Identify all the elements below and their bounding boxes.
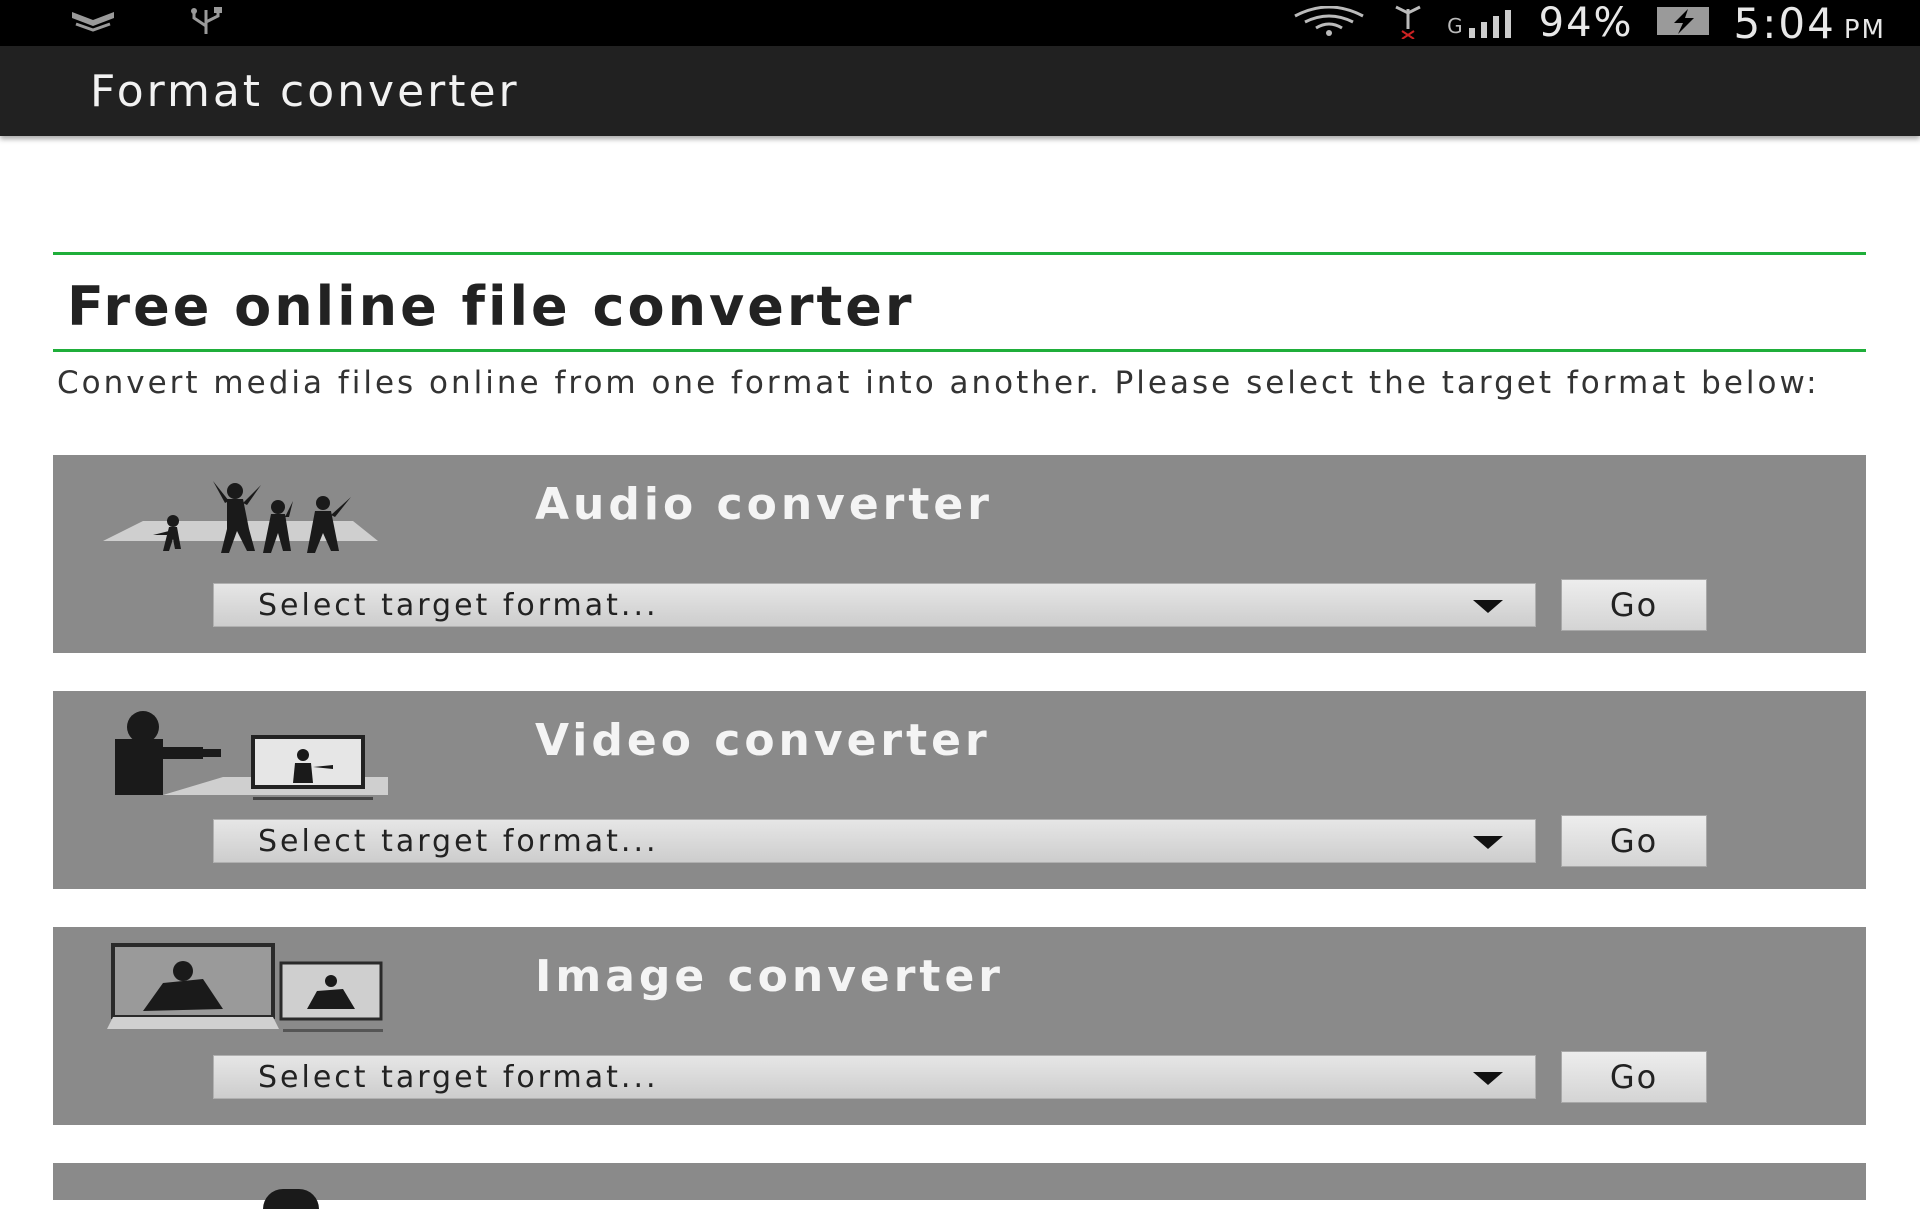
page-content: Free online file converter Convert media…	[53, 252, 1866, 400]
picture-frames-icon	[103, 943, 393, 1039]
page-heading: Free online file converter	[67, 275, 915, 338]
clock: 5:04 PM	[1734, 0, 1886, 48]
select-label: Select target format...	[258, 1060, 659, 1095]
next-converter-panel	[53, 1163, 1866, 1209]
image-go-button[interactable]: Go	[1561, 1051, 1707, 1103]
wifi-icon	[1289, 5, 1369, 40]
usb-icon	[186, 6, 226, 40]
audio-format-select[interactable]: Select target format...	[213, 583, 1536, 627]
clock-ampm: PM	[1843, 14, 1886, 45]
notification-drawer-icon	[70, 10, 116, 36]
dropdown-arrow-icon	[1473, 1072, 1503, 1085]
video-format-select[interactable]: Select target format...	[213, 819, 1536, 863]
select-label: Select target format...	[258, 588, 659, 623]
partial-icon	[263, 1189, 319, 1209]
app-title: Format converter	[90, 66, 520, 117]
network-type-label: G	[1447, 14, 1463, 38]
panel-title: Image converter	[535, 951, 1004, 1002]
dropdown-arrow-icon	[1473, 836, 1503, 849]
status-bar-left	[70, 6, 226, 40]
status-bar: G 94% 5:04 PM	[0, 0, 1920, 48]
battery-percent: 94%	[1538, 0, 1634, 46]
dropdown-arrow-icon	[1473, 600, 1503, 613]
image-format-select[interactable]: Select target format...	[213, 1055, 1536, 1099]
audio-go-button[interactable]: Go	[1561, 579, 1707, 631]
clock-time: 5:04	[1733, 0, 1836, 48]
dancers-icon	[103, 471, 393, 567]
video-go-button[interactable]: Go	[1561, 815, 1707, 867]
intro-text: Convert media files online from one form…	[57, 365, 1820, 401]
audio-converter-panel: Audio converter Select target format... …	[53, 455, 1866, 653]
heading-section: Free online file converter	[53, 252, 1866, 352]
panel-title: Audio converter	[535, 479, 993, 530]
app-bar: Format converter	[0, 46, 1920, 136]
status-bar-right: G 94% 5:04 PM	[1289, 0, 1886, 48]
battery-charging-icon	[1656, 6, 1712, 40]
panel-title: Video converter	[535, 715, 991, 766]
select-label: Select target format...	[258, 824, 659, 859]
signal-icon: G	[1447, 8, 1517, 38]
video-converter-panel: Video converter Select target format... …	[53, 691, 1866, 889]
image-converter-panel: Image converter Select target format... …	[53, 927, 1866, 1125]
antenna-icon	[1391, 3, 1425, 43]
camera-screen-icon	[103, 707, 393, 803]
